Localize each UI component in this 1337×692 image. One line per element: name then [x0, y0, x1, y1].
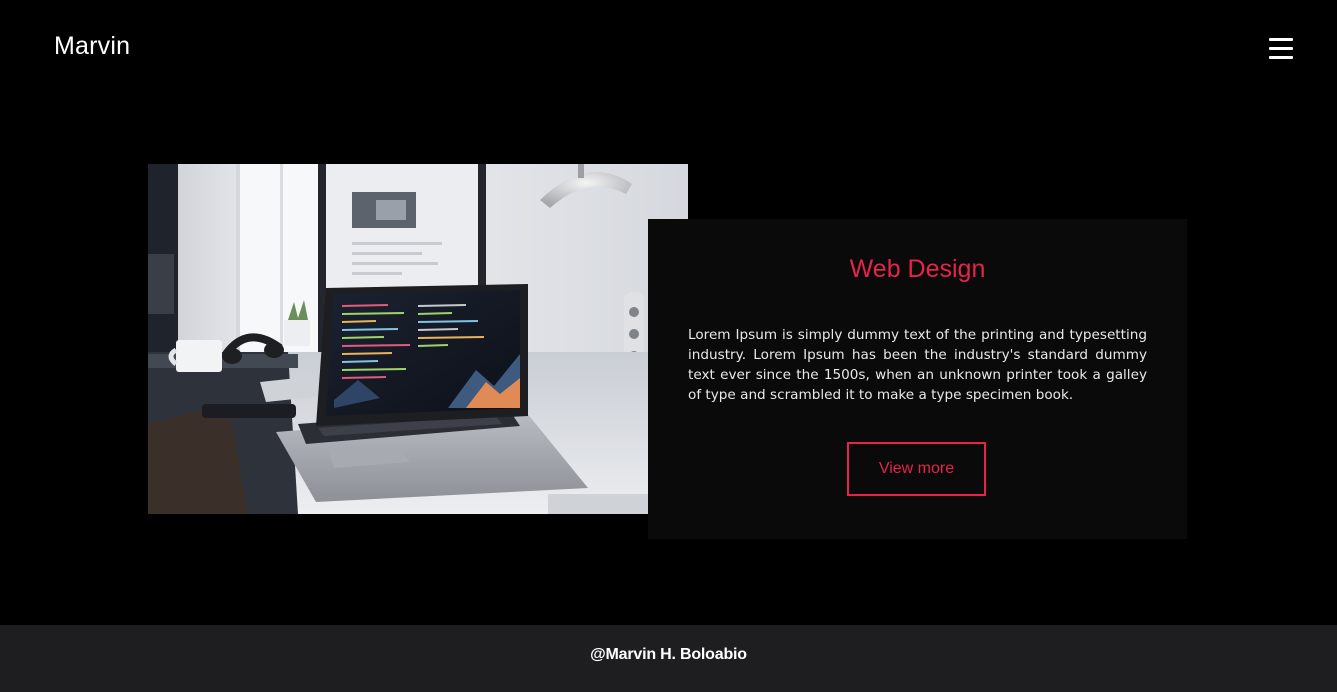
card-title: Web Design [849, 255, 986, 283]
view-more-button[interactable]: View more [847, 442, 986, 496]
footer-credit: @Marvin H. Boloabio [590, 646, 747, 663]
site-footer: @Marvin H. Boloabio [0, 625, 1337, 692]
web-design-card: Web Design Lorem Ipsum is simply dummy t… [648, 219, 1187, 539]
site-header: Marvin [0, 0, 1337, 96]
menu-line [1269, 47, 1293, 50]
hero-image [148, 164, 688, 514]
menu-line [1269, 56, 1293, 59]
page: Marvin Web Design Lorem Ipsum is simply … [0, 0, 1337, 692]
card-description: Lorem Ipsum is simply dummy text of the … [688, 327, 1147, 403]
hamburger-menu-icon[interactable] [1269, 37, 1293, 59]
brand-logo[interactable]: Marvin [54, 32, 130, 61]
menu-line [1269, 38, 1293, 41]
